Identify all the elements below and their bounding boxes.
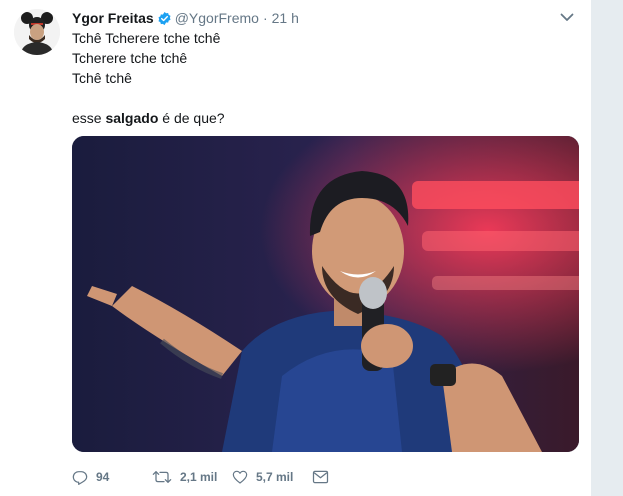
- verified-badge-icon: [157, 11, 172, 26]
- tweet-photo[interactable]: [72, 136, 579, 452]
- question-end: é de que?: [158, 110, 225, 126]
- tweet-line-2: Tcherere tche tchê: [72, 50, 188, 66]
- tweet-timestamp[interactable]: 21 h: [272, 10, 299, 26]
- chevron-down-icon[interactable]: [559, 9, 575, 25]
- tweet-question: esse salgado é de que?: [72, 108, 572, 128]
- tweet-actions: 94 2,1 mil 5,7 mil: [72, 465, 329, 489]
- tweet-header: Ygor Freitas @YgorFremo · 21 h: [72, 9, 575, 27]
- tweet-line-1: Tchê Tcherere tche tchê: [72, 30, 221, 46]
- direct-message-button[interactable]: [312, 470, 329, 484]
- like-button[interactable]: 5,7 mil: [232, 469, 312, 485]
- retweet-count: 2,1 mil: [180, 470, 218, 484]
- author-handle[interactable]: @YgorFremo: [175, 10, 259, 26]
- page-background-strip: [592, 0, 623, 496]
- author-name[interactable]: Ygor Freitas: [72, 10, 154, 26]
- like-count: 5,7 mil: [256, 470, 294, 484]
- avatar[interactable]: [14, 9, 60, 55]
- tweet-card[interactable]: Ygor Freitas @YgorFremo · 21 h Tchê Tche…: [0, 0, 592, 496]
- reply-icon: [72, 469, 88, 485]
- separator-dot: ·: [262, 10, 268, 26]
- question-bold-word: salgado: [105, 110, 159, 126]
- retweet-icon: [152, 469, 172, 485]
- stage-performer-photo: [72, 136, 579, 452]
- heart-icon: [232, 469, 248, 485]
- envelope-icon: [312, 470, 329, 484]
- question-start: esse: [72, 110, 106, 126]
- retweet-button[interactable]: 2,1 mil: [152, 469, 232, 485]
- tweet-text: Tchê Tcherere tche tchê Tcherere tche tc…: [72, 28, 572, 128]
- tweet-line-3: Tchê tchê: [72, 70, 132, 86]
- reply-button[interactable]: 94: [72, 469, 152, 485]
- reply-count: 94: [96, 470, 110, 484]
